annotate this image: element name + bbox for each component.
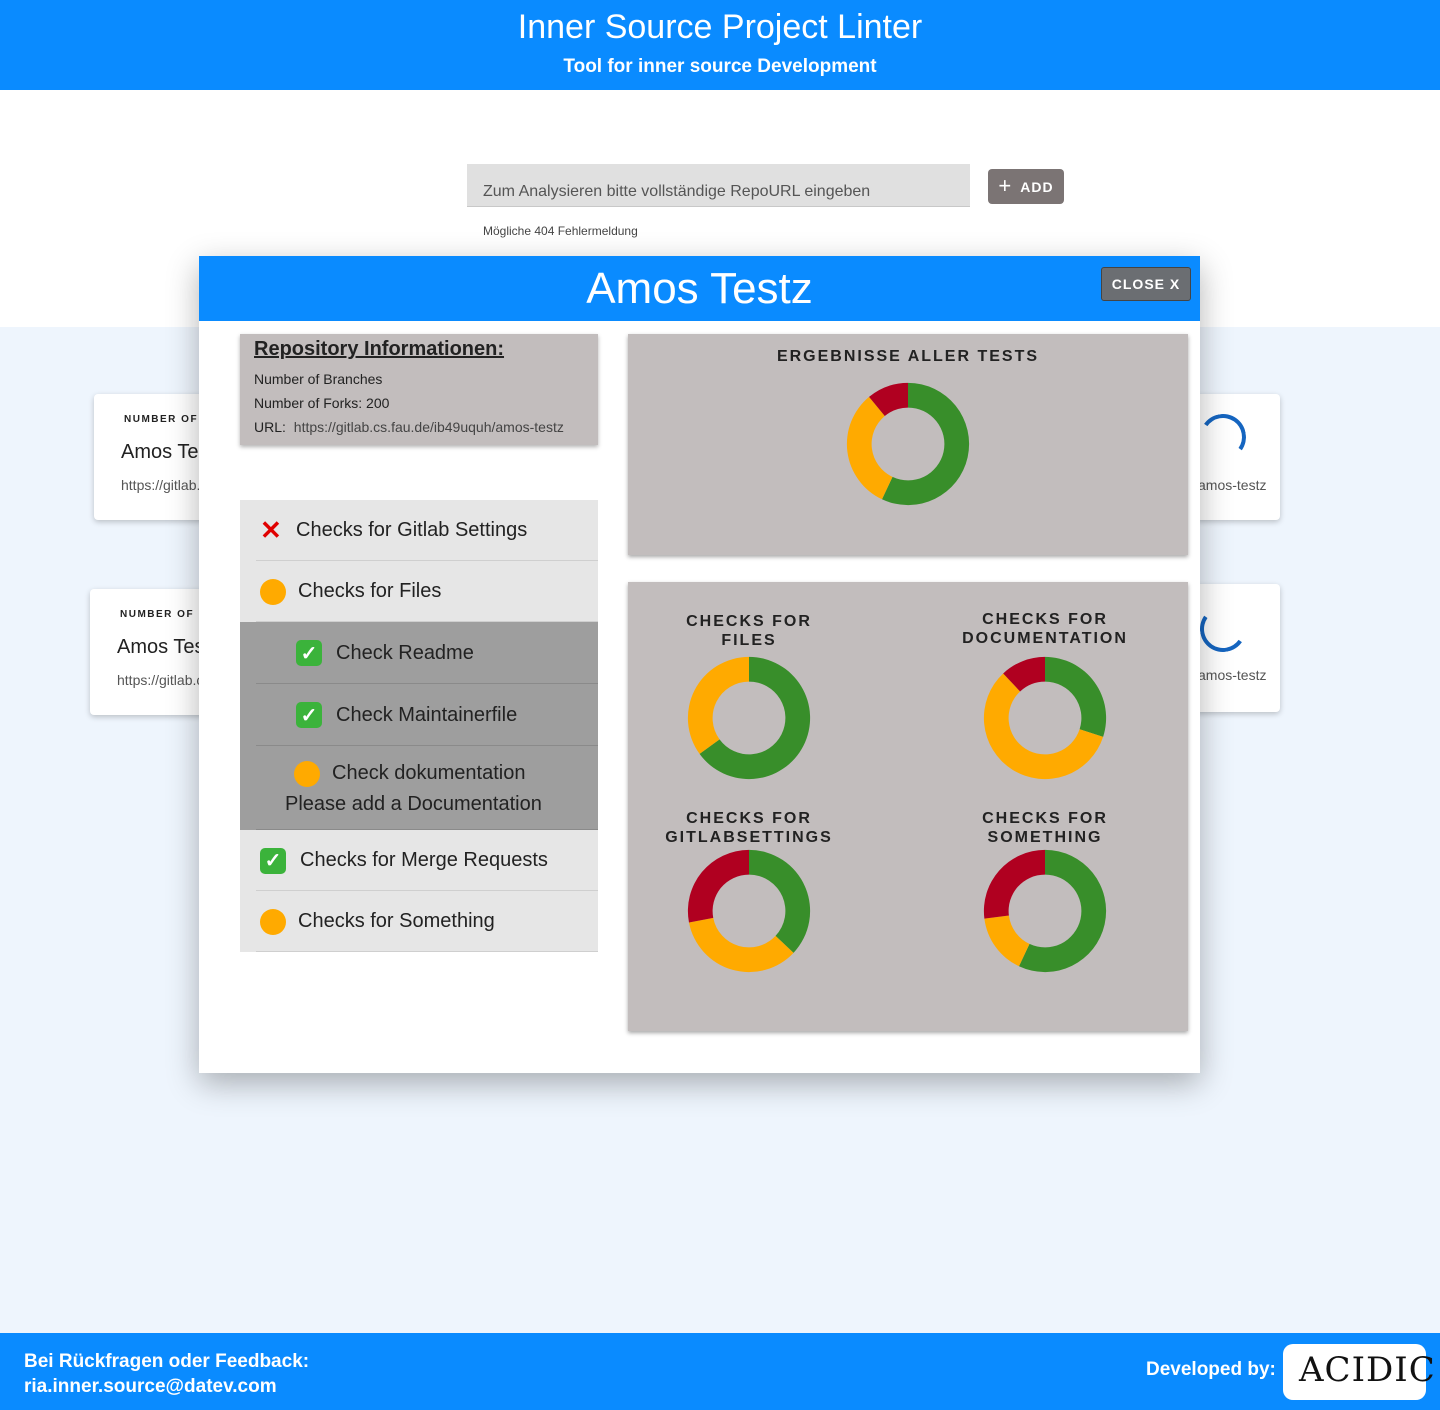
app-footer: Bei Rückfragen oder Feedback: ria.inner.…: [0, 1333, 1440, 1410]
logo-text: ACIDIC: [1299, 1350, 1436, 1390]
check-item-merge-requests[interactable]: ✓ Checks for Merge Requests: [240, 830, 598, 891]
failed-cross-icon: ✕: [260, 515, 282, 545]
add-button[interactable]: + ADD: [988, 169, 1064, 204]
repo-detail-modal: Amos Testz CLOSE X Repository Informatio…: [199, 256, 1200, 1073]
info-url-link[interactable]: https://gitlab.cs.fau.de/ib49uquh/amos-t…: [294, 419, 564, 435]
donut-slice-warning: [687, 656, 749, 754]
overall-results-panel: ERGEBNISSE ALLER TESTS: [628, 334, 1188, 555]
donut-chart: [687, 656, 811, 780]
card-overline: NUMBER OF F: [120, 609, 204, 620]
card-title: Amos Testz: [121, 441, 204, 463]
info-url-label: URL:: [254, 419, 286, 435]
card-url-tail: amos-testz: [1198, 477, 1267, 493]
check-label: Check Readme: [336, 641, 474, 664]
donut-chart: [983, 656, 1107, 780]
card-overline: NUMBER OF F: [124, 414, 204, 425]
donut-slice-failed: [983, 849, 1045, 919]
passed-check-icon: ✓: [296, 640, 322, 666]
feedback-text: Bei Rückfragen oder Feedback: ria.inner.…: [24, 1349, 309, 1399]
repo-card[interactable]: NUMBER OF F Amos Testz https://gitlab.cs…: [94, 394, 204, 520]
passed-check-icon: ✓: [296, 702, 322, 728]
check-item-something[interactable]: Checks for Something: [240, 891, 598, 952]
card-url: https://gitlab.cs.fau.de/ib49uquh/amos-t…: [121, 477, 204, 493]
card-title: Amos Testz: [117, 636, 204, 658]
check-label: Checks for Something: [298, 910, 495, 932]
acidic-logo: ACIDIC: [1283, 1344, 1435, 1400]
donut-chart: [983, 849, 1107, 973]
app-subtitle: Tool for inner source Development: [563, 56, 877, 77]
chart-title: CHECKS FOR DOCUMENTATION: [962, 611, 1128, 647]
chart-title: CHECKS FOR SOMETHING: [982, 810, 1108, 846]
feedback-email[interactable]: ria.inner.source@datev.com: [24, 1374, 309, 1399]
repo-card[interactable]: amos-testz: [1196, 584, 1280, 712]
warning-dot-icon: [260, 908, 286, 935]
check-label: Checks for Files: [298, 580, 442, 602]
modal-title: Amos Testz: [586, 264, 813, 313]
warning-dot-icon: [260, 578, 286, 605]
check-label: Check dokumentation: [332, 762, 526, 784]
info-heading: Repository Informationen:: [254, 338, 505, 360]
donut-slice-passed: [1045, 656, 1107, 737]
plus-icon: +: [998, 172, 1013, 198]
app-title: Inner Source Project Linter: [517, 8, 923, 46]
check-message: Please add a Documentation: [285, 792, 542, 815]
loading-spinner-icon: [1196, 602, 1250, 656]
repository-info-box: Repository Informationen: Number of Bran…: [240, 334, 598, 445]
app-header: Inner Source Project Linter Tool for inn…: [0, 0, 1440, 90]
info-url-row: URL: https://gitlab.cs.fau.de/ib49uquh/a…: [254, 415, 584, 439]
chart-title: ERGEBNISSE ALLER TESTS: [776, 348, 1040, 365]
check-item-files[interactable]: Checks for Files: [240, 561, 598, 622]
check-label: Checks for Gitlab Settings: [296, 519, 528, 541]
repo-url-input[interactable]: [467, 164, 970, 207]
info-forks: Number of Forks: 200: [254, 395, 390, 411]
warning-dot-icon: [294, 760, 320, 787]
loading-spinner-icon: [1196, 410, 1250, 464]
modal-header: Amos Testz CLOSE X: [199, 256, 1200, 321]
info-branches: Number of Branches: [254, 371, 383, 387]
donut-chart: [846, 382, 970, 506]
check-item-dokumentation[interactable]: Check dokumentation Please add a Documen…: [240, 746, 598, 830]
chart-title: CHECKS FOR FILES: [686, 613, 812, 649]
add-button-label: ADD: [1020, 178, 1054, 195]
developed-by-label: Developed by:: [1146, 1359, 1276, 1380]
donut-slice-warning: [688, 917, 794, 973]
passed-check-icon: ✓: [260, 847, 286, 874]
donut-slice-passed: [749, 849, 811, 953]
repo-card[interactable]: amos-testz: [1196, 394, 1280, 520]
close-button[interactable]: CLOSE X: [1101, 267, 1191, 301]
check-list: ✕ Checks for Gitlab Settings Checks for …: [240, 500, 598, 952]
category-results-panel: CHECKS FOR FILES CHECKS FOR DOCUMENTATIO…: [628, 582, 1188, 1031]
input-helper-text: Mögliche 404 Fehlermeldung: [483, 224, 638, 238]
card-url: https://gitlab.cs.fau.de/ib49uquh/amos-t…: [117, 672, 204, 688]
check-item-maintainerfile[interactable]: ✓ Check Maintainerfile: [240, 684, 598, 746]
donut-slice-failed: [687, 849, 749, 923]
card-url-tail: amos-testz: [1198, 667, 1267, 683]
check-label: Checks for Merge Requests: [300, 849, 548, 871]
donut-chart: [687, 849, 811, 973]
chart-title: CHECKS FOR GITLABSETTINGS: [665, 810, 833, 846]
feedback-line: Bei Rückfragen oder Feedback:: [24, 1351, 310, 1372]
check-label: Check Maintainerfile: [336, 703, 518, 726]
check-item-readme[interactable]: ✓ Check Readme: [240, 622, 598, 684]
check-item-gitlab-settings[interactable]: ✕ Checks for Gitlab Settings: [240, 500, 598, 561]
repo-card[interactable]: NUMBER OF F Amos Testz https://gitlab.cs…: [90, 589, 204, 715]
